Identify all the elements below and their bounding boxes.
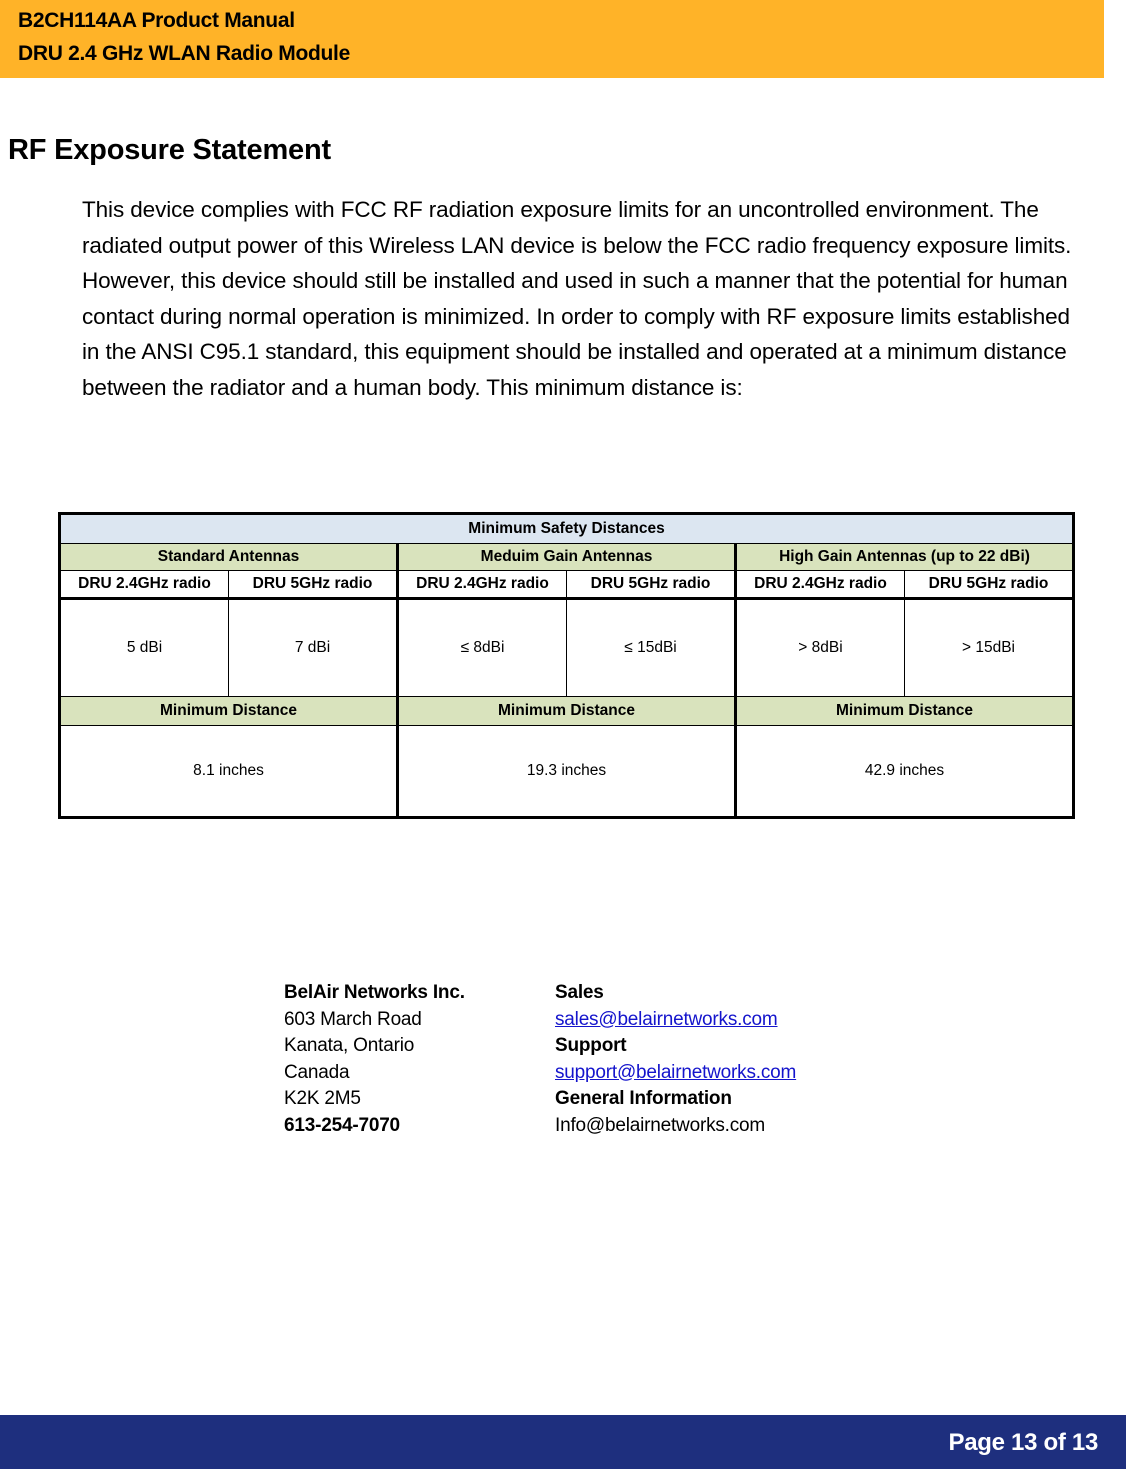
contact-email-column: Sales sales@belairnetworks.com Support s… bbox=[555, 980, 975, 1139]
section-heading: RF Exposure Statement bbox=[8, 134, 331, 166]
table-group-standard: Standard Antennas bbox=[58, 543, 399, 571]
table-subheader-6: DRU 5GHz radio bbox=[904, 570, 1075, 599]
table-gain-6: > 15dBi bbox=[904, 597, 1075, 697]
contact-city: Kanata, Ontario bbox=[284, 1035, 415, 1056]
table-distance-1: 8.1 inches bbox=[58, 725, 399, 819]
table-mindist-label-1: Minimum Distance bbox=[58, 696, 399, 726]
document-header-band: B2CH114AA Product Manual DRU 2.4 GHz WLA… bbox=[0, 0, 1104, 78]
table-subheader-3: DRU 2.4GHz radio bbox=[397, 570, 567, 599]
contact-company-name: BelAir Networks Inc. bbox=[284, 982, 465, 1003]
table-title-cell: Minimum Safety Distances bbox=[58, 512, 1075, 544]
table-row-mindist-labels: Minimum Distance Minimum Distance Minimu… bbox=[58, 696, 1075, 726]
support-label: Support bbox=[555, 1035, 627, 1056]
table-gain-3: ≤ 8dBi bbox=[397, 597, 567, 697]
table-subheader-2: DRU 5GHz radio bbox=[228, 570, 399, 599]
table-gain-1: 5 dBi bbox=[58, 597, 229, 697]
table-row-groups: Standard Antennas Meduim Gain Antennas H… bbox=[58, 543, 1075, 571]
rf-exposure-paragraph: This device complies with FCC RF radiati… bbox=[82, 197, 1072, 400]
table-subheader-4: DRU 5GHz radio bbox=[566, 570, 737, 599]
contact-phone: 613-254-7070 bbox=[284, 1114, 400, 1136]
table-group-high: High Gain Antennas (up to 22 dBi) bbox=[735, 543, 1075, 571]
general-information-label: General Information bbox=[555, 1088, 732, 1109]
table-row-distances: 8.1 inches 19.3 inches 42.9 inches bbox=[58, 725, 1075, 819]
table-distance-2: 19.3 inches bbox=[397, 725, 737, 819]
table-group-medium: Meduim Gain Antennas bbox=[397, 543, 737, 571]
minimum-safety-distances-table: Minimum Safety Distances Standard Antenn… bbox=[58, 512, 1075, 819]
contact-street: 603 March Road bbox=[284, 1008, 422, 1030]
table-mindist-label-3: Minimum Distance bbox=[735, 696, 1075, 726]
document-title-line-2: DRU 2.4 GHz WLAN Radio Module bbox=[18, 42, 350, 65]
table-row-subheaders: DRU 2.4GHz radio DRU 5GHz radio DRU 2.4G… bbox=[58, 570, 1075, 599]
table-subheader-1: DRU 2.4GHz radio bbox=[58, 570, 229, 599]
table-gain-5: > 8dBi bbox=[735, 597, 905, 697]
contact-country: Canada bbox=[284, 1061, 350, 1083]
support-email-link[interactable]: support@belairnetworks.com bbox=[555, 1060, 975, 1087]
table-gain-2: 7 dBi bbox=[228, 597, 399, 697]
table-subheader-5: DRU 2.4GHz radio bbox=[735, 570, 905, 599]
table-row-title: Minimum Safety Distances bbox=[58, 512, 1075, 544]
contact-block: BelAir Networks Inc. 603 March Road Kana… bbox=[284, 980, 975, 1139]
footer-page-number: Page 13 of 13 bbox=[948, 1429, 1098, 1456]
general-email: Info@belairnetworks.com bbox=[555, 1114, 766, 1136]
sales-label: Sales bbox=[555, 982, 604, 1003]
sales-email-link[interactable]: sales@belairnetworks.com bbox=[555, 1007, 975, 1034]
contact-address-column: BelAir Networks Inc. 603 March Road Kana… bbox=[284, 980, 555, 1139]
table-distance-3: 42.9 inches bbox=[735, 725, 1075, 819]
table-mindist-label-2: Minimum Distance bbox=[397, 696, 737, 726]
contact-postal-code: K2K 2M5 bbox=[284, 1088, 361, 1109]
document-title-line-1: B2CH114AA Product Manual bbox=[18, 9, 295, 32]
table-gain-4: ≤ 15dBi bbox=[566, 597, 737, 697]
table-row-gains: 5 dBi 7 dBi ≤ 8dBi ≤ 15dBi > 8dBi > 15dB… bbox=[58, 597, 1075, 697]
